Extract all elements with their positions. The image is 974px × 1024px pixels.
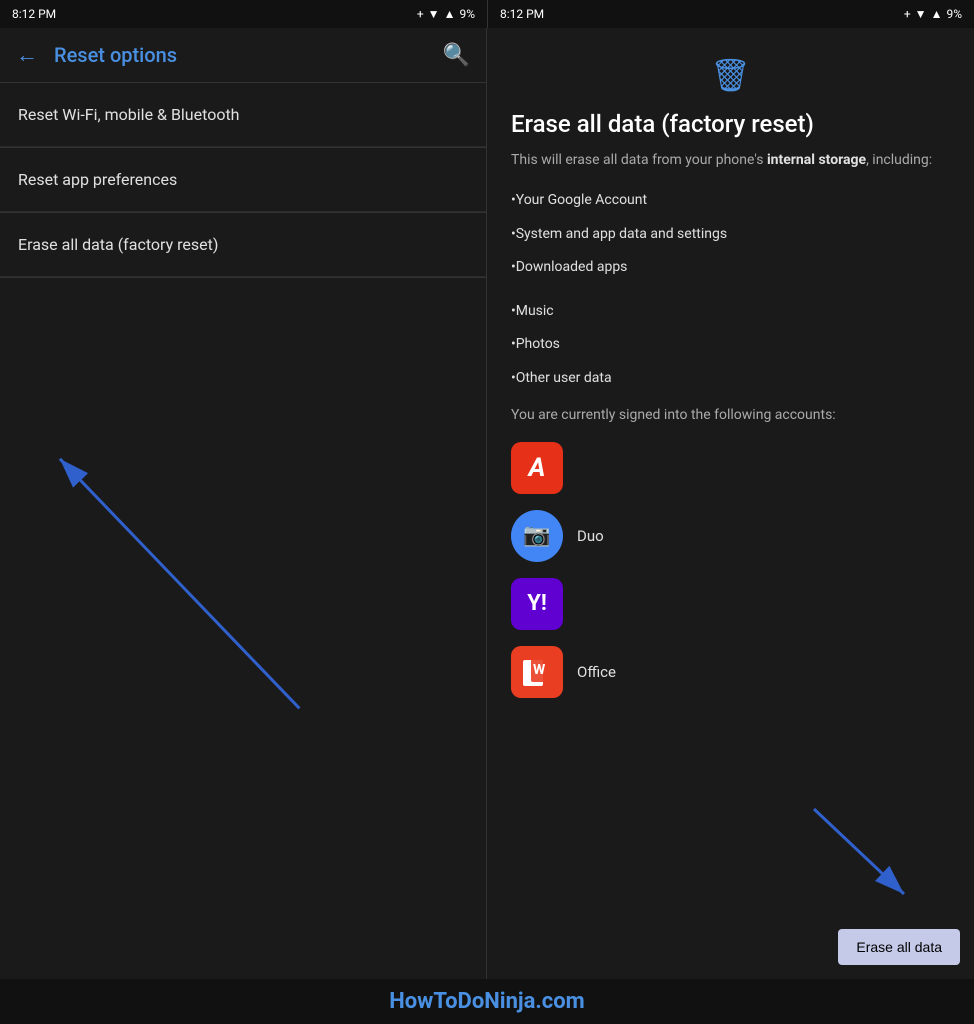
list-item-4: •Photos — [511, 335, 950, 355]
app-row-office: W Office — [511, 646, 950, 698]
bluetooth-icon-right: + — [904, 7, 911, 21]
duo-camera-icon: 📷 — [523, 523, 550, 548]
arrow-annotation-container — [0, 278, 486, 979]
search-icon[interactable]: 🔍 — [443, 43, 470, 68]
desc-plain: This will erase all data from your phone… — [511, 152, 767, 168]
app-row-adobe: A — [511, 442, 950, 494]
duo-label: Duo — [577, 527, 604, 545]
page-title: Reset options — [54, 43, 443, 67]
list-item-3: •Music — [511, 302, 950, 322]
app-row-yahoo: Y! — [511, 578, 950, 630]
desc-bold: internal storage — [767, 152, 866, 168]
time-right: 8:12 PM — [500, 7, 544, 21]
time-left: 8:12 PM — [12, 7, 56, 21]
desc-suffix: , including: — [866, 152, 932, 168]
back-button[interactable]: ← — [16, 42, 38, 68]
trash-icon: 🗑 — [710, 56, 751, 94]
yahoo-letter: Y! — [527, 591, 547, 616]
list-spacer — [511, 292, 950, 302]
list-item-1: •System and app data and settings — [511, 225, 950, 245]
trash-icon-container: 🗑 — [511, 56, 950, 94]
battery-right: 9% — [946, 7, 962, 21]
bluetooth-icon: + — [417, 7, 424, 21]
factory-reset-title: Erase all data (factory reset) — [511, 110, 950, 138]
right-panel: 🗑 Erase all data (factory reset) This wi… — [487, 28, 974, 979]
left-panel: ← Reset options 🔍 Reset Wi-Fi, mobile & … — [0, 28, 487, 979]
signal-icon-right: ▲ — [931, 7, 943, 21]
duo-icon: 📷 — [511, 510, 563, 562]
yahoo-icon: Y! — [511, 578, 563, 630]
watermark: HowToDoNinja.com — [20, 989, 954, 1014]
adobe-icon: A — [511, 442, 563, 494]
status-bar-left: 8:12 PM + ▼ ▲ 9% — [0, 0, 487, 28]
wifi-icon: ▼ — [428, 7, 440, 21]
erase-all-data-button[interactable]: Erase all data — [838, 929, 960, 965]
wifi-icon-right: ▼ — [915, 7, 927, 21]
header: ← Reset options 🔍 — [0, 28, 486, 82]
status-icons-right: + ▼ ▲ 9% — [904, 7, 962, 21]
menu-item-factory-reset[interactable]: Erase all data (factory reset) — [0, 213, 486, 277]
office-logo-svg: W — [519, 654, 555, 690]
menu-item-app-prefs[interactable]: Reset app preferences — [0, 148, 486, 212]
right-content: 🗑 Erase all data (factory reset) This wi… — [487, 28, 974, 919]
list-item-0: •Your Google Account — [511, 191, 950, 211]
svg-text:W: W — [533, 662, 546, 678]
signal-icon: ▲ — [444, 7, 456, 21]
accounts-section: You are currently signed into the follow… — [511, 405, 950, 698]
adobe-letter: A — [529, 453, 546, 483]
list-item-5: •Other user data — [511, 369, 950, 389]
office-label: Office — [577, 663, 616, 681]
main-container: ← Reset options 🔍 Reset Wi-Fi, mobile & … — [0, 28, 974, 979]
erase-button-container: Erase all data — [487, 919, 974, 979]
bottom-bar: HowToDoNinja.com — [0, 979, 974, 1024]
status-bar-right: 8:12 PM + ▼ ▲ 9% — [487, 0, 974, 28]
list-item-2: •Downloaded apps — [511, 258, 950, 278]
battery-left: 9% — [459, 7, 475, 21]
office-icon: W — [511, 646, 563, 698]
app-row-duo: 📷 Duo — [511, 510, 950, 562]
status-bar: 8:12 PM + ▼ ▲ 9% 8:12 PM + ▼ ▲ 9% — [0, 0, 974, 28]
status-icons-left: + ▼ ▲ 9% — [417, 7, 475, 21]
menu-item-wifi[interactable]: Reset Wi-Fi, mobile & Bluetooth — [0, 83, 486, 147]
arrow-annotation — [0, 278, 486, 979]
accounts-description: You are currently signed into the follow… — [511, 405, 950, 426]
factory-reset-description: This will erase all data from your phone… — [511, 150, 950, 171]
